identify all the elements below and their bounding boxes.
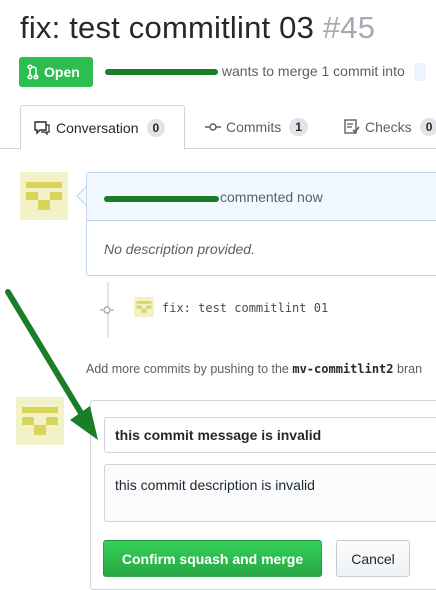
commit-message-input[interactable]: [104, 417, 436, 453]
identicon-icon: [16, 397, 64, 445]
comment-icon: [34, 120, 50, 135]
pr-state-badge: Open: [19, 57, 93, 87]
branch-name: mv-commitlint2: [292, 362, 394, 376]
pull-request-icon: [27, 64, 39, 80]
commit-node-icon: [100, 306, 114, 314]
tab-conversation[interactable]: Conversation 0: [20, 105, 185, 150]
comment-action: commented now: [220, 188, 323, 205]
redaction-mark: [104, 196, 219, 202]
push-hint: Add more commits by pushing to the mv-co…: [86, 362, 422, 376]
commit-message-link[interactable]: fix: test commitlint 01: [162, 301, 328, 315]
tab-checks[interactable]: Checks 0: [344, 105, 436, 149]
pr-number: #45: [322, 10, 376, 45]
pr-tabs: Conversation 0 Commits 1 Checks 0: [0, 105, 436, 150]
tab-conversation-label: Conversation: [56, 119, 139, 136]
tab-checks-count: 0: [419, 118, 436, 136]
cancel-button[interactable]: Cancel: [336, 540, 410, 577]
merger-avatar[interactable]: [16, 397, 64, 445]
identicon-icon: [134, 297, 154, 317]
commit-icon: [205, 123, 221, 131]
pr-title-text: fix: test commitlint 03: [20, 10, 315, 45]
tab-commits[interactable]: Commits 1: [205, 105, 308, 149]
tab-commits-label: Commits: [226, 119, 282, 135]
checklist-icon: [344, 119, 360, 134]
comment-author-avatar[interactable]: [20, 172, 68, 220]
redaction-mark: [105, 69, 218, 75]
push-hint-suffix: bran: [397, 362, 423, 376]
pr-title: fix: test commitlint 03 #45: [20, 10, 375, 46]
confirm-squash-merge-button[interactable]: Confirm squash and merge: [103, 540, 322, 577]
identicon-icon: [20, 172, 68, 220]
tab-conversation-count: 0: [146, 118, 166, 137]
tab-commits-count: 1: [289, 118, 308, 136]
push-hint-prefix: Add more commits by pushing to the: [86, 362, 289, 376]
base-branch-label[interactable]: [413, 63, 426, 82]
pr-state-label: Open: [44, 64, 80, 80]
comment-body: No description provided.: [104, 241, 255, 257]
tab-checks-label: Checks: [365, 119, 412, 135]
comment-card: commented now No description provided.: [86, 172, 436, 276]
commit-author-avatar[interactable]: [134, 297, 154, 317]
merge-info-text: wants to merge 1 commit into: [221, 63, 405, 79]
commit-description-textarea[interactable]: this commit description is invalid: [104, 464, 436, 522]
